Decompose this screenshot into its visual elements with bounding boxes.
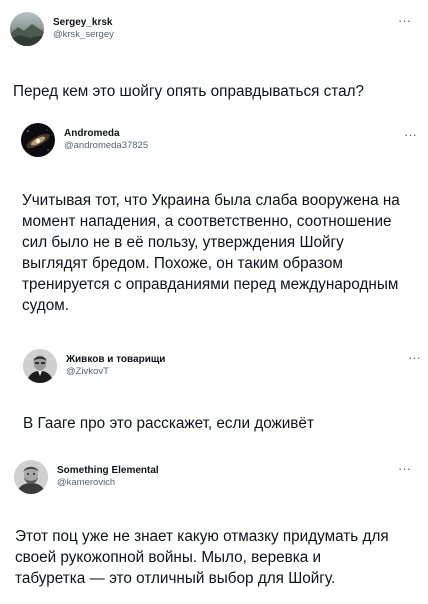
tweet-1: Sergey_krsk @krsk_sergey ··· Перед кем э…: [0, 0, 428, 122]
tweet-4: Something Elemental @kamerovich ··· Этот…: [0, 450, 428, 604]
tweet-text: Учитывая тот, что Украина была слаба воо…: [22, 190, 400, 316]
author-handle[interactable]: @ZivkovT: [66, 366, 165, 378]
more-options-icon[interactable]: ···: [398, 14, 411, 27]
author-handle[interactable]: @kamerovich: [57, 477, 159, 489]
man-portrait-avatar-icon[interactable]: [23, 349, 57, 383]
author-name[interactable]: Sergey_krsk: [53, 17, 114, 30]
author-name[interactable]: Andromeda: [64, 128, 148, 141]
more-options-icon[interactable]: ···: [398, 462, 411, 475]
tweet-2: Andromeda @andromeda37825 ··· Учитывая т…: [0, 112, 428, 338]
tweet-text-line: тренируется с оправданиями перед междуна…: [22, 276, 399, 293]
more-options-icon[interactable]: ···: [408, 351, 421, 364]
tweet-text: В Гааге про это расскажет, если доживёт: [23, 415, 314, 432]
tweet-text-line: Этот поц уже не знает какую отмазку прид…: [15, 528, 389, 545]
tweet-text-line: момент нападения, а соответственно, соот…: [22, 213, 392, 230]
tweet-text-line: судом.: [22, 297, 69, 314]
tweet-text: Этот поц уже не знает какую отмазку прид…: [15, 526, 389, 589]
author-name[interactable]: Живков и товарищи: [66, 354, 165, 367]
tweet-text-line: табуретка — это отличный выбор для Шойгу…: [15, 570, 336, 587]
author-handle[interactable]: @krsk_sergey: [53, 29, 114, 41]
tweet-text-line: выглядят бредом. Похоже, он таким образо…: [22, 255, 343, 272]
galaxy-avatar-icon[interactable]: [21, 123, 55, 157]
bearded-man-avatar-icon[interactable]: [14, 460, 48, 494]
author-handle[interactable]: @andromeda37825: [64, 140, 148, 152]
tweet-text-line: Учитывая тот, что Украина была слаба воо…: [22, 192, 400, 209]
more-options-icon[interactable]: ···: [404, 128, 417, 141]
author-name[interactable]: Something Elemental: [57, 465, 159, 478]
tweet-3: Живков и товарищи @ZivkovT ··· В Гааге п…: [0, 338, 428, 450]
landscape-avatar-icon[interactable]: [10, 12, 44, 46]
tweet-text-line: сил было не в её пользу, утверждения Шой…: [22, 234, 344, 251]
tweet-text: Перед кем это шойгу опять оправдываться …: [13, 83, 365, 100]
tweet-text-line: своей рукожопной войны. Мыло, веревка и: [15, 549, 322, 566]
